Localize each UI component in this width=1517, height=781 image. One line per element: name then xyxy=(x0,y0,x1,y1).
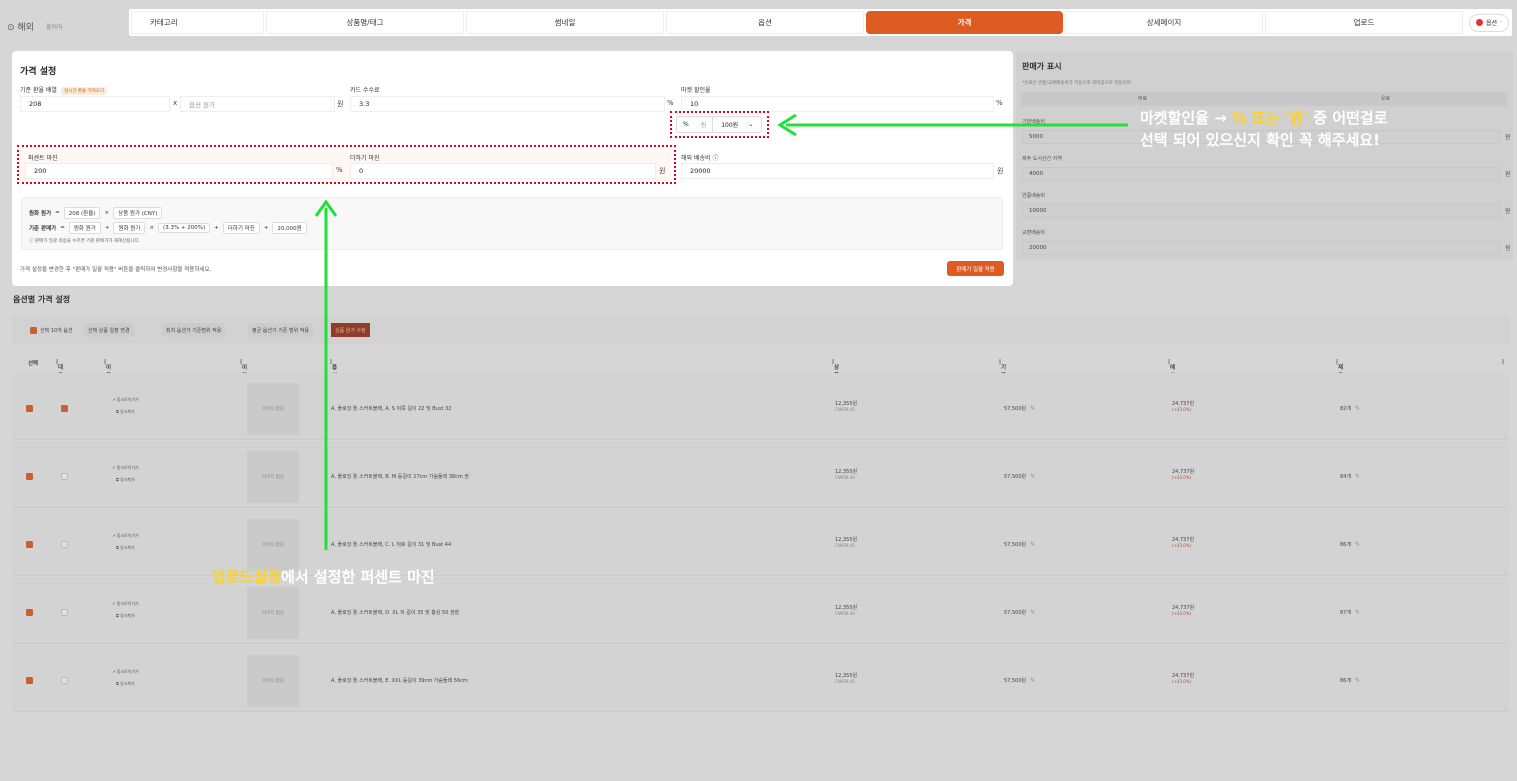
arrow-right-annotation xyxy=(777,113,1128,137)
discount-annotation-text: 마켓할인율 → % 또는 '원' 중 어떤걸로 선택 되어 있으신지 확인 꼭 … xyxy=(1140,109,1388,149)
margin-annotation-text: 업로드설정에서 설정한 퍼센트 마진 xyxy=(212,568,435,586)
arrow-up-annotation xyxy=(314,199,338,550)
